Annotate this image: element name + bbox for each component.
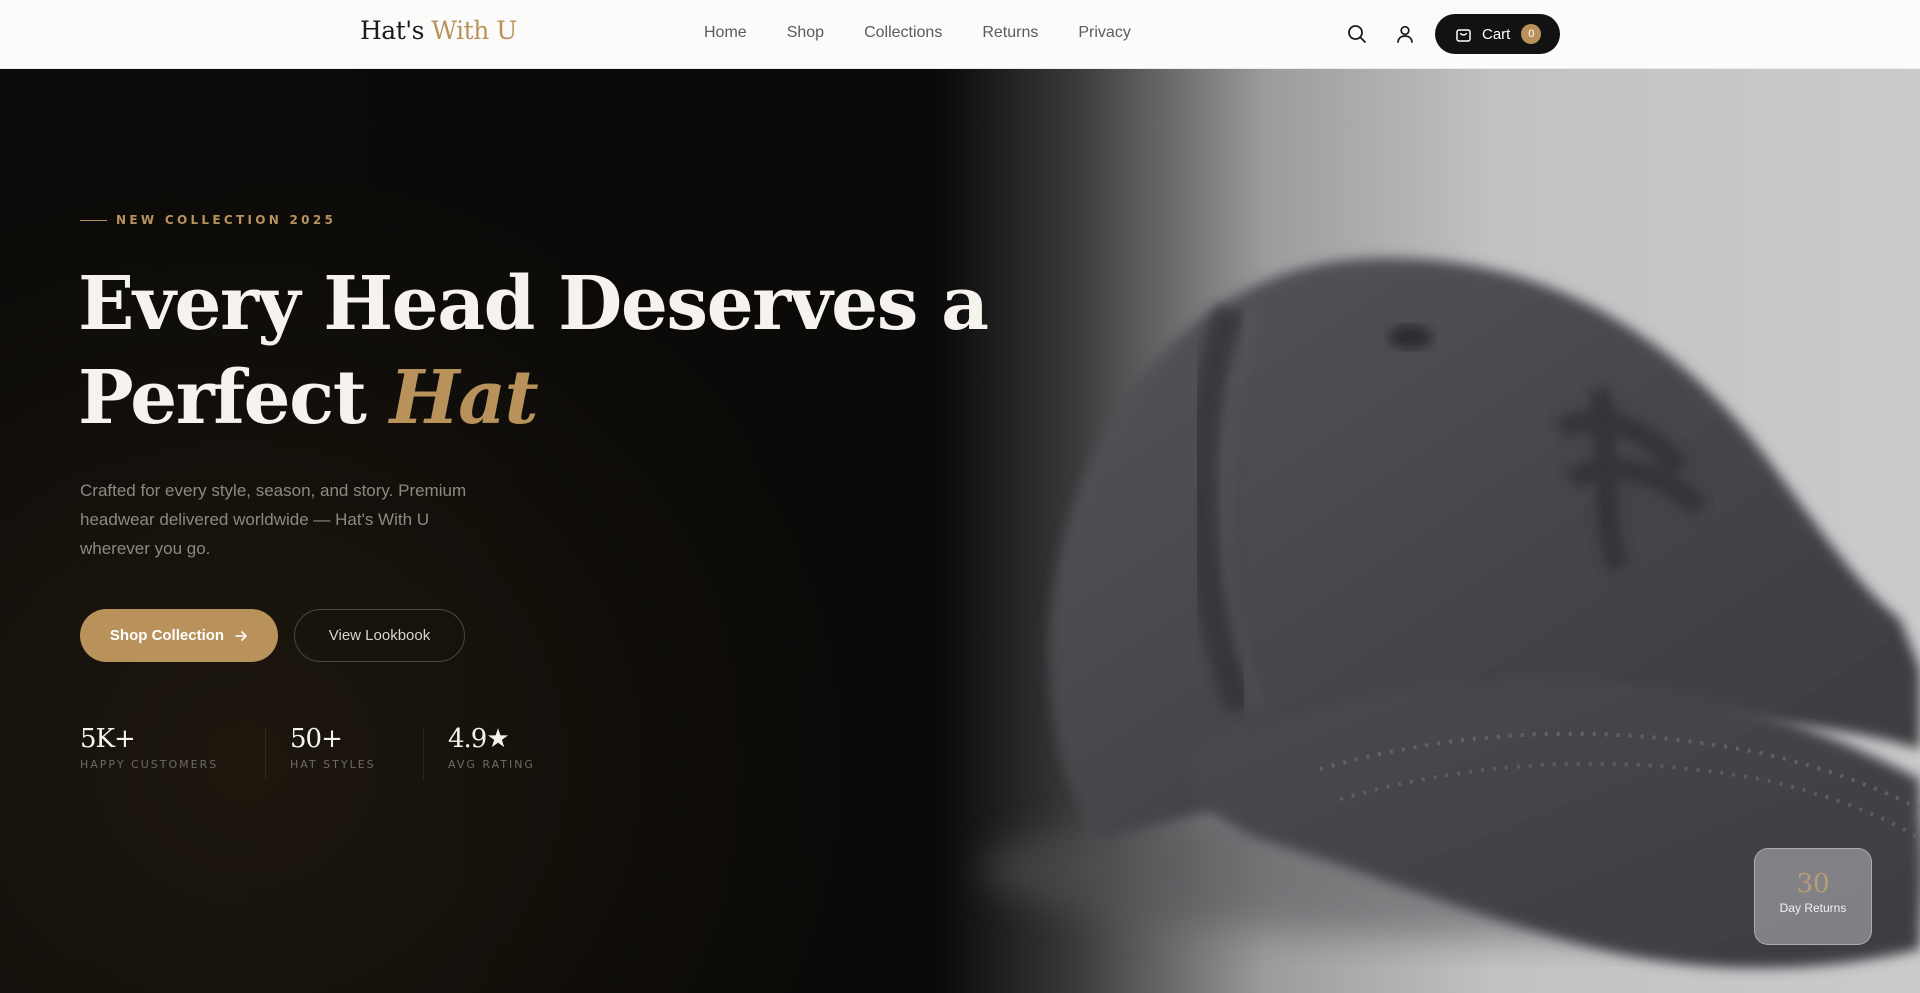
returns-badge: 30 Day Returns bbox=[1754, 848, 1872, 945]
stat-value: 5K+ bbox=[80, 724, 136, 754]
returns-badge-value: 30 bbox=[1796, 869, 1830, 899]
nav-link-home[interactable]: Home bbox=[704, 24, 747, 42]
hero-eyebrow: NEW COLLECTION 2025 bbox=[80, 213, 336, 227]
search-icon[interactable] bbox=[1346, 23, 1368, 45]
shop-collection-label: Shop Collection bbox=[109, 627, 225, 644]
cart-count-badge: 0 bbox=[1521, 24, 1542, 44]
hero-headline: Every Head Deserves a Perfect Hat bbox=[78, 257, 989, 445]
bag-icon bbox=[1456, 28, 1471, 42]
stat-label: HAT STYLES bbox=[290, 758, 376, 771]
view-lookbook-button[interactable]: View Lookbook bbox=[294, 609, 465, 662]
nav-link-privacy[interactable]: Privacy bbox=[1078, 24, 1130, 42]
nav-link-returns[interactable]: Returns bbox=[982, 24, 1038, 42]
cart-button[interactable]: Cart 0 bbox=[1435, 14, 1560, 54]
user-icon[interactable] bbox=[1394, 23, 1416, 45]
brand-name-main: Hat's bbox=[360, 16, 424, 45]
brand-name-accent: With U bbox=[431, 16, 517, 45]
stat-divider bbox=[423, 727, 424, 779]
headline-line-1: Every Head Deserves a bbox=[78, 261, 989, 347]
stat-value: 50+ bbox=[290, 724, 343, 754]
eyebrow-text: NEW COLLECTION 2025 bbox=[116, 213, 337, 227]
stat-value: 4.9★ bbox=[448, 724, 510, 754]
brand-logo[interactable]: Hat's With U bbox=[360, 16, 517, 45]
headline-line-2: Perfect bbox=[78, 355, 367, 441]
stat-label: HAPPY CUSTOMERS bbox=[80, 758, 219, 771]
top-navbar: Hat's With U Home Shop Collections Retur… bbox=[0, 0, 1920, 69]
stat-divider bbox=[265, 727, 266, 779]
stat-label: AVG RATING bbox=[448, 758, 535, 771]
main-nav: Home Shop Collections Returns Privacy bbox=[704, 24, 1171, 42]
nav-link-collections[interactable]: Collections bbox=[864, 24, 942, 42]
stat-rating: 4.9★ AVG RATING bbox=[448, 724, 535, 771]
returns-badge-label: Day Returns bbox=[1779, 901, 1847, 915]
stat-customers: 5K+ HAPPY CUSTOMERS bbox=[80, 724, 218, 771]
arrow-right-icon bbox=[235, 630, 247, 641]
hero-section: NEW COLLECTION 2025 Every Head Deserves … bbox=[0, 69, 1920, 993]
shop-collection-button[interactable]: Shop Collection bbox=[80, 609, 278, 662]
headline-accent: Hat bbox=[389, 355, 539, 441]
hero-subtitle: Crafted for every style, season, and sto… bbox=[80, 481, 467, 558]
cart-label: Cart bbox=[1482, 25, 1511, 43]
stat-hat-styles: 50+ HAT STYLES bbox=[290, 724, 376, 771]
eyebrow-rule bbox=[80, 219, 107, 221]
view-lookbook-label: View Lookbook bbox=[328, 627, 431, 644]
nav-link-shop[interactable]: Shop bbox=[787, 24, 824, 42]
